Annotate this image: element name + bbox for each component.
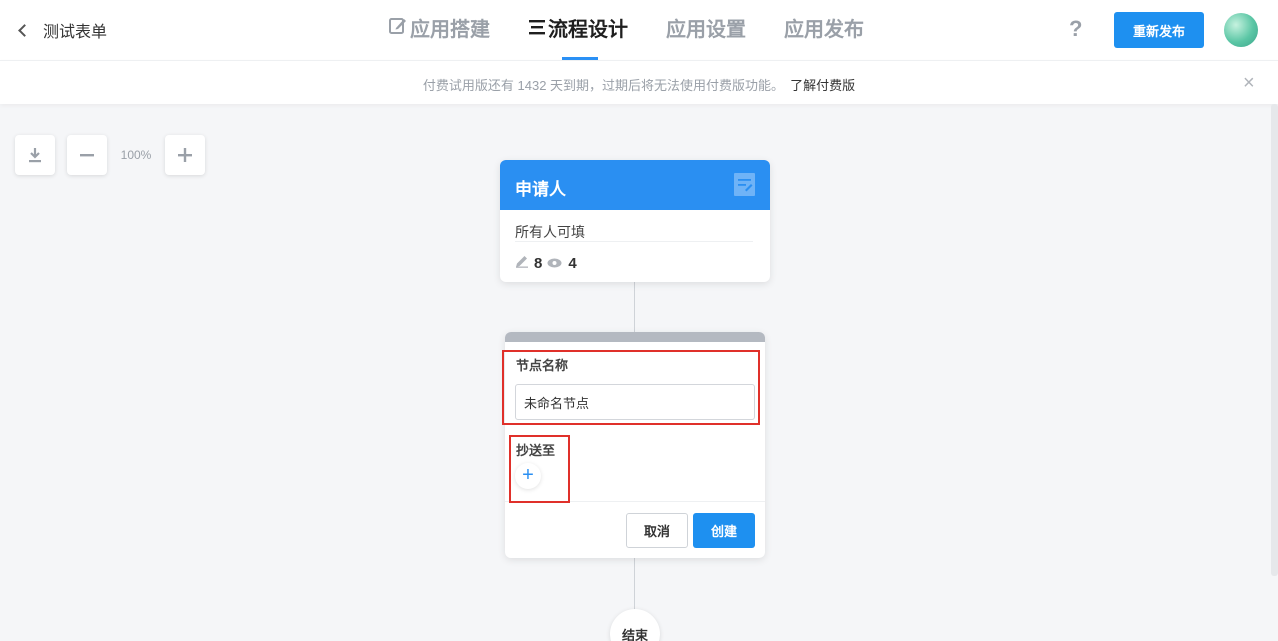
download-icon bbox=[29, 148, 41, 163]
close-icon[interactable]: × bbox=[1243, 72, 1255, 95]
trial-notice-bar: 付费试用版还有 1432 天到期，过期后将无法使用付费版功能。 了解付费版 × bbox=[0, 60, 1278, 104]
edit-count: 8 bbox=[534, 254, 543, 272]
top-header: 测试表单 应用搭建 流程设计 应用设置 应用发布 ? 重新发布 bbox=[0, 0, 1278, 60]
plus-icon bbox=[178, 148, 192, 162]
divider bbox=[515, 241, 753, 242]
form-title: 测试表单 bbox=[43, 24, 108, 41]
main-tabs: 应用搭建 流程设计 应用设置 应用发布 bbox=[388, 0, 902, 60]
download-button[interactable] bbox=[15, 135, 55, 175]
tab-app-settings[interactable]: 应用设置 bbox=[666, 0, 746, 60]
view-count: 4 bbox=[568, 254, 577, 272]
applicant-node[interactable]: 申请人 所有人可填 8 4 bbox=[500, 160, 770, 282]
node-name-label: 节点名称 bbox=[516, 358, 569, 373]
help-icon[interactable]: ? bbox=[1069, 16, 1082, 42]
node-title: 申请人 bbox=[515, 180, 566, 199]
pencil-icon bbox=[515, 254, 529, 272]
panel-top-bar bbox=[505, 332, 765, 342]
tab-flow-design[interactable]: 流程设计 bbox=[528, 0, 628, 60]
learn-paid-link[interactable]: 了解付费版 bbox=[790, 78, 855, 93]
notice-text: 付费试用版还有 1432 天到期，过期后将无法使用付费版功能。 了解付费版 bbox=[0, 75, 1278, 94]
edit-icon bbox=[388, 0, 408, 61]
node-name-input[interactable] bbox=[515, 384, 755, 420]
republish-button[interactable]: 重新发布 bbox=[1114, 12, 1204, 48]
flow-icon bbox=[528, 0, 546, 61]
add-cc-button[interactable]: + bbox=[515, 463, 541, 489]
tab-label: 应用设置 bbox=[666, 19, 746, 41]
create-button[interactable]: 创建 bbox=[693, 513, 755, 548]
back-button[interactable]: 测试表单 bbox=[18, 18, 108, 42]
tab-app-publish[interactable]: 应用发布 bbox=[784, 0, 864, 60]
tab-label: 流程设计 bbox=[548, 19, 628, 41]
avatar[interactable] bbox=[1224, 13, 1258, 47]
flow-connector bbox=[634, 558, 635, 610]
divider bbox=[505, 501, 765, 502]
form-icon bbox=[734, 173, 755, 201]
eye-icon bbox=[547, 255, 562, 272]
cancel-button[interactable]: 取消 bbox=[626, 513, 688, 548]
notice-message: 付费试用版还有 1432 天到期，过期后将无法使用付费版功能。 bbox=[422, 78, 785, 93]
tab-app-build[interactable]: 应用搭建 bbox=[388, 0, 490, 60]
cc-label: 抄送至 bbox=[516, 443, 556, 458]
node-header: 申请人 bbox=[500, 160, 770, 210]
tab-label: 应用搭建 bbox=[410, 19, 490, 41]
create-node-panel: 节点名称 抄送至 + 取消 创建 bbox=[505, 332, 765, 558]
flow-connector bbox=[634, 282, 635, 332]
tab-label: 应用发布 bbox=[784, 19, 864, 41]
zoom-out-button[interactable] bbox=[67, 135, 107, 175]
chevron-left-icon bbox=[18, 23, 31, 37]
scrollbar[interactable] bbox=[1271, 104, 1278, 576]
zoom-in-button[interactable] bbox=[165, 135, 205, 175]
minus-icon bbox=[80, 154, 94, 157]
node-permission: 所有人可填 bbox=[515, 224, 585, 240]
zoom-level: 100% bbox=[120, 148, 152, 162]
node-stats: 8 4 bbox=[515, 254, 577, 272]
end-node[interactable]: 结束 bbox=[610, 609, 660, 641]
